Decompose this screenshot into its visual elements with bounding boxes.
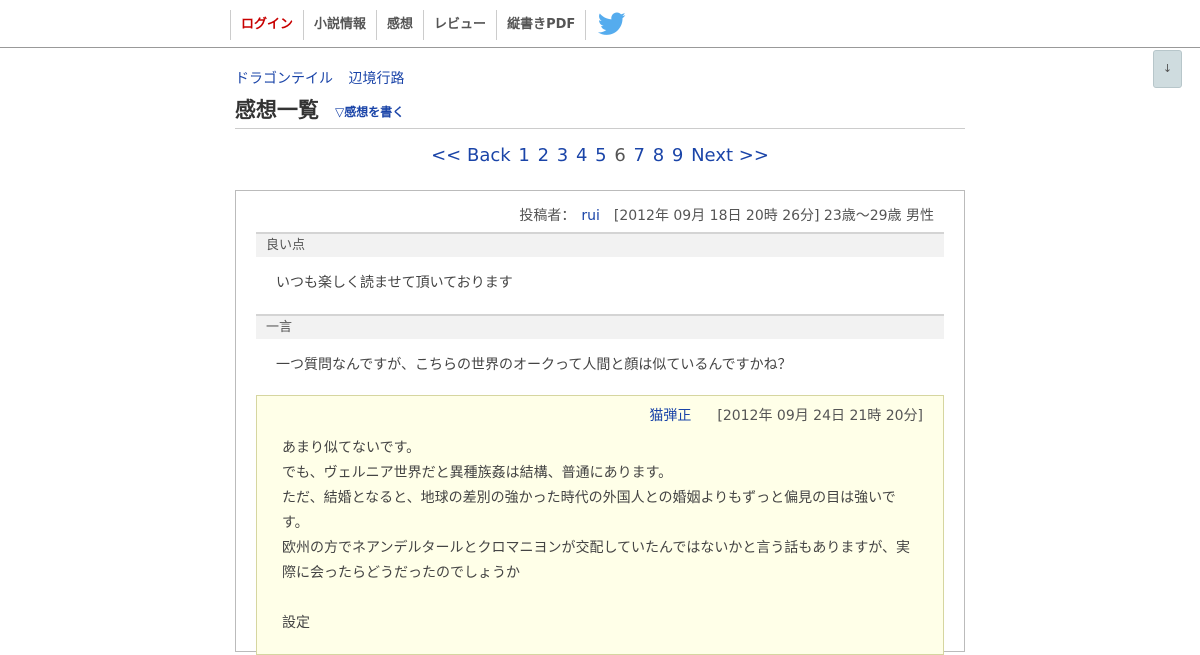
reply-body: あまり似てないです。 でも、ヴェルニア世界だと異種族姦は結構、普通にあります。 …	[282, 436, 912, 636]
pager-page-5[interactable]: 5	[595, 145, 606, 166]
nav-novel-info[interactable]: 小説情報	[303, 10, 376, 40]
pager-page-2[interactable]: 2	[538, 145, 549, 166]
pager-back-link[interactable]: << Back	[431, 145, 511, 166]
poster-meta: 投稿者： rui [2012年 09月 18日 20時 26分] 23歳～29歳 男…	[519, 205, 934, 225]
poster-name-link[interactable]: rui	[581, 208, 600, 224]
breadcrumb-novel-link[interactable]: 辺境行路	[348, 71, 404, 87]
breadcrumb: ドラゴンテイル 辺境行路	[235, 68, 415, 88]
nav-reviews[interactable]: レビュー	[423, 10, 496, 40]
pager-page-3[interactable]: 3	[557, 145, 568, 166]
good-points-heading: 良い点	[256, 232, 944, 257]
top-navigation: ログイン 小説情報 感想 レビュー 縦書きPDF	[0, 0, 1200, 48]
scroll-down-button[interactable]: ↓	[1153, 50, 1182, 88]
twitter-icon[interactable]	[598, 12, 626, 36]
nav-impressions[interactable]: 感想	[376, 10, 423, 40]
write-impression-link[interactable]: ▽感想を書く	[335, 103, 404, 120]
poster-info: [2012年 09月 18日 20時 26分] 23歳～29歳 男性	[613, 208, 934, 224]
reply-date: [2012年 09月 24日 21時 20分]	[717, 408, 923, 424]
impression-entry: 投稿者： rui [2012年 09月 18日 20時 26分] 23歳～29歳 男…	[235, 190, 965, 655]
reply-author-link[interactable]: 猫弾正	[649, 408, 691, 424]
page-title: 感想一覧	[235, 98, 319, 122]
pager-current-page: 6	[614, 145, 626, 166]
reply-meta: 猫弾正 [2012年 09月 24日 21時 20分]	[649, 405, 923, 425]
pagination: << Back 1 2 3 4 5 6 7 8 9 Next >>	[0, 145, 1200, 166]
title-row: 感想一覧 ▽感想を書く	[235, 92, 965, 129]
pager-page-8[interactable]: 8	[653, 145, 664, 166]
nav-menu: ログイン 小説情報 感想 レビュー 縦書きPDF	[230, 10, 587, 40]
nav-vertical-pdf[interactable]: 縦書きPDF	[496, 10, 587, 40]
pager-page-9[interactable]: 9	[672, 145, 683, 166]
reply-text: あまり似てないです。 でも、ヴェルニア世界だと異種族姦は結構、普通にあります。 …	[282, 440, 911, 631]
good-points-text: いつも楽しく読ませて頂いております	[276, 275, 513, 291]
pager-next-link[interactable]: Next >>	[691, 145, 769, 166]
comment-heading: 一言	[256, 314, 944, 339]
pager-page-4[interactable]: 4	[576, 145, 587, 166]
author-reply: 猫弾正 [2012年 09月 24日 21時 20分] あまり似てないです。 でも…	[256, 395, 944, 655]
poster-label: 投稿者：	[519, 208, 576, 224]
nav-login[interactable]: ログイン	[230, 10, 303, 40]
breadcrumb-series-link[interactable]: ドラゴンテイル	[235, 71, 333, 87]
pager-page-7[interactable]: 7	[634, 145, 645, 166]
comment-text: 一つ質問なんですが、こちらの世界のオークって人間と顔は似ているんですかね？	[276, 357, 792, 373]
pager-page-1[interactable]: 1	[518, 145, 529, 166]
